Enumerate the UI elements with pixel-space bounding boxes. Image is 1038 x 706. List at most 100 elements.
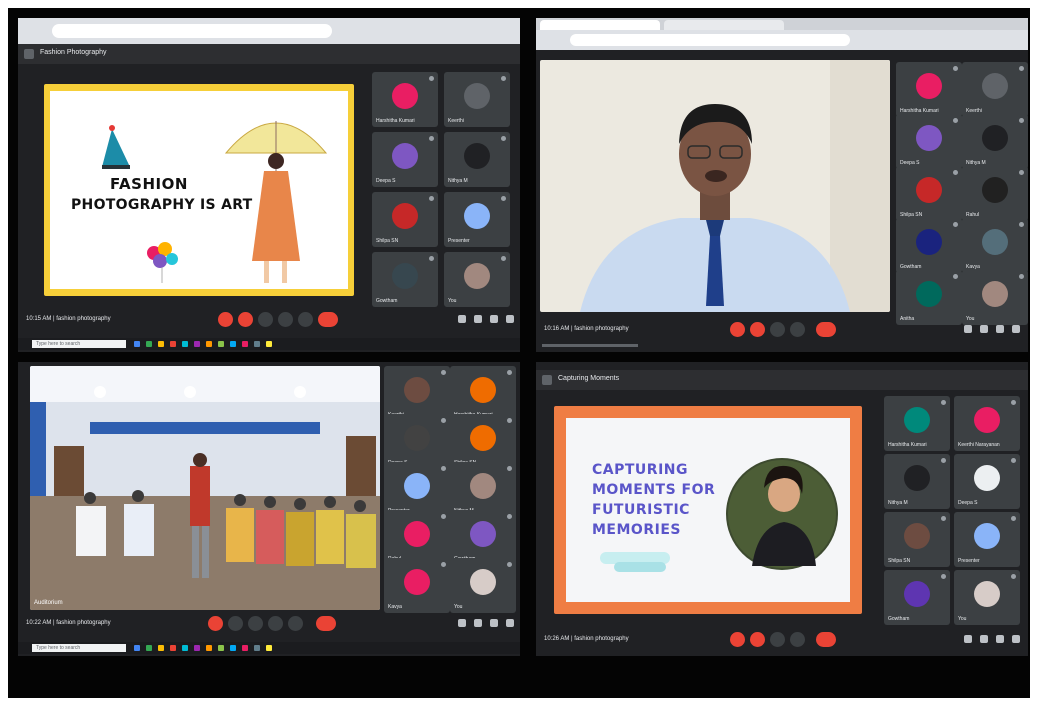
captions-button[interactable] [770,322,785,337]
taskbar-app-icon[interactable] [242,341,248,347]
activities-icon[interactable] [506,619,514,627]
participant-tile[interactable]: Keerthi [962,62,1028,117]
participant-tile[interactable]: Nithya M [444,132,510,187]
captions-button[interactable] [248,616,263,631]
mic-off-button[interactable] [218,312,233,327]
participant-tile[interactable]: You [954,570,1020,625]
participant-tile[interactable]: Rahul [384,510,450,565]
taskbar-app-icon[interactable] [194,341,200,347]
info-icon[interactable] [458,315,466,323]
participant-tile[interactable]: Nithya M [884,454,950,509]
people-icon[interactable] [980,635,988,643]
participant-tile[interactable]: Deepa S [896,114,962,169]
taskbar-app-icon[interactable] [218,645,224,651]
participant-tile[interactable]: Gowtham [450,510,516,565]
leave-call-button[interactable] [816,322,836,337]
taskbar-app-icon[interactable] [254,645,260,651]
address-bar[interactable] [570,34,850,46]
participant-tile[interactable]: Shilpa SN [896,166,962,221]
taskbar-app-icon[interactable] [206,341,212,347]
participant-tile[interactable]: Gowtham [884,570,950,625]
present-button[interactable] [790,322,805,337]
captions-button[interactable] [770,632,785,647]
taskbar-app-icon[interactable] [158,341,164,347]
more-options-button[interactable] [298,312,313,327]
taskbar-app-icon[interactable] [218,341,224,347]
taskbar-app-icon[interactable] [182,341,188,347]
taskbar-app-icon[interactable] [266,341,272,347]
leave-call-button[interactable] [816,632,836,647]
participant-tile[interactable]: Presenter [384,462,450,517]
taskbar-app-icon[interactable] [266,645,272,651]
info-icon[interactable] [964,635,972,643]
activities-icon[interactable] [506,315,514,323]
participant-tile[interactable]: Nithya M [962,114,1028,169]
taskbar-app-icon[interactable] [254,341,260,347]
participant-tile[interactable]: Presenter [444,192,510,247]
more-options-button[interactable] [288,616,303,631]
participant-tile[interactable]: Keerthi [444,72,510,127]
address-bar[interactable] [52,24,332,38]
participant-tile[interactable]: Shilpa SN [884,512,950,567]
participant-tile[interactable]: You [962,270,1028,325]
taskbar-app-icon[interactable] [146,341,152,347]
taskbar-app-icon[interactable] [182,645,188,651]
people-icon[interactable] [474,619,482,627]
participant-tile[interactable]: Deepa S [384,414,450,469]
present-button[interactable] [278,312,293,327]
taskbar-app-icon[interactable] [242,645,248,651]
taskbar-app-icon[interactable] [194,645,200,651]
participant-tile[interactable]: Nithya M [450,462,516,517]
taskbar-app-icon[interactable] [170,341,176,347]
chat-icon[interactable] [490,619,498,627]
participant-tile[interactable]: You [444,252,510,307]
taskbar-app-icon[interactable] [134,645,140,651]
mic-off-button[interactable] [730,322,745,337]
participant-tile[interactable]: Keerthi [384,366,450,421]
participant-tile[interactable]: Deepa S [954,454,1020,509]
participant-tile[interactable]: Harshitha Kumari [450,366,516,421]
chat-icon[interactable] [996,325,1004,333]
captions-button[interactable] [258,312,273,327]
activities-icon[interactable] [1012,635,1020,643]
browser-tab[interactable] [540,20,660,30]
participant-tile[interactable]: Shilpa SN [372,192,438,247]
taskbar-app-icon[interactable] [146,645,152,651]
participant-tile[interactable]: Deepa S [372,132,438,187]
chat-icon[interactable] [490,315,498,323]
participant-tile[interactable]: Shilpa SN [450,414,516,469]
participant-tile[interactable]: You [450,558,516,613]
people-icon[interactable] [980,325,988,333]
participant-tile[interactable]: Harshitha Kumari [896,62,962,117]
mic-off-button[interactable] [208,616,223,631]
people-icon[interactable] [474,315,482,323]
mic-off-button[interactable] [730,632,745,647]
camera-off-button[interactable] [238,312,253,327]
participant-tile[interactable]: Harshitha Kumari [884,396,950,451]
present-button[interactable] [268,616,283,631]
info-icon[interactable] [458,619,466,627]
chat-icon[interactable] [996,635,1004,643]
leave-call-button[interactable] [318,312,338,327]
participant-tile[interactable]: Harshitha Kumari [372,72,438,127]
participant-tile[interactable]: Kavya [962,218,1028,273]
taskbar-app-icon[interactable] [170,645,176,651]
participant-tile[interactable]: Rahul [962,166,1028,221]
leave-call-button[interactable] [316,616,336,631]
taskbar-app-icon[interactable] [230,341,236,347]
participant-tile[interactable]: Presenter [954,512,1020,567]
participant-tile[interactable]: Gowtham [372,252,438,307]
participant-tile[interactable]: Gowtham [896,218,962,273]
taskbar-app-icon[interactable] [134,341,140,347]
taskbar-app-icon[interactable] [230,645,236,651]
camera-off-button[interactable] [750,632,765,647]
taskbar-app-icon[interactable] [158,645,164,651]
taskbar-app-icon[interactable] [206,645,212,651]
participant-tile[interactable]: Kavya [384,558,450,613]
browser-tab[interactable] [664,20,784,30]
camera-off-button[interactable] [750,322,765,337]
activities-icon[interactable] [1012,325,1020,333]
participant-tile[interactable]: Keerthi Narayanan [954,396,1020,451]
camera-button[interactable] [228,616,243,631]
present-button[interactable] [790,632,805,647]
